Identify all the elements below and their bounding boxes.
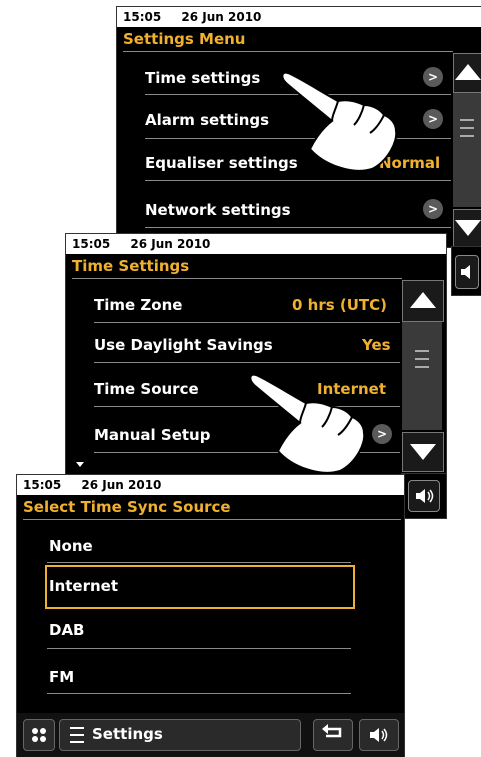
menu-item-manual-setup[interactable]: Manual Setup [94, 426, 210, 444]
back-button[interactable] [313, 719, 353, 751]
option-fm[interactable]: FM [49, 668, 74, 686]
arrow-up-icon [410, 292, 436, 308]
scroll-down-button[interactable] [402, 432, 444, 472]
menu-item-label: Time Source [94, 380, 199, 398]
option-label: FM [49, 668, 75, 686]
option-label: None [49, 537, 93, 555]
menu-item-label: Time Zone [94, 296, 183, 314]
menu-item-time-settings[interactable]: Time settings [145, 69, 260, 87]
page-title: Time Settings [72, 257, 190, 275]
scroll-down-button[interactable] [453, 209, 481, 247]
status-bar: 15:05 26 Jun 2010 [66, 234, 446, 254]
status-time: 15:05 [123, 10, 162, 24]
arrow-down-icon [410, 444, 436, 460]
settings-menu-button[interactable]: Settings [59, 719, 301, 751]
menu-item-equaliser-settings[interactable]: Equaliser settings [145, 154, 298, 172]
status-bar: 15:05 26 Jun 2010 [117, 7, 481, 27]
option-internet[interactable]: Internet [49, 577, 118, 595]
status-date: 26 Jun 2010 [130, 237, 211, 251]
settings-label: Settings [92, 725, 163, 743]
back-arrow-icon [322, 724, 342, 738]
arrow-up-icon [455, 64, 481, 80]
pointing-hand-icon [249, 373, 366, 474]
menu-item-label: Manual Setup [94, 426, 211, 444]
page-title: Select Time Sync Source [23, 498, 231, 516]
daylight-savings-value: Yes [362, 336, 391, 354]
option-label: Internet [49, 577, 119, 595]
scroll-thumb-grip-icon [460, 119, 474, 143]
menu-item-label: Alarm settings [145, 111, 270, 129]
menu-item-time-source[interactable]: Time Source [94, 380, 199, 398]
arrow-down-icon [455, 220, 481, 236]
option-label: DAB [49, 621, 85, 639]
menu-item-network-settings[interactable]: Network settings [145, 201, 291, 219]
pointing-hand-icon [281, 71, 398, 172]
home-button[interactable] [23, 719, 55, 751]
menu-icon [70, 727, 84, 743]
menu-item-label: Equaliser settings [145, 154, 298, 172]
volume-button[interactable] [359, 719, 399, 751]
status-bar: 15:05 26 Jun 2010 [17, 475, 404, 495]
more-below-icon [76, 462, 84, 467]
chevron-right-icon[interactable]: > [423, 199, 443, 219]
menu-item-label: Use Daylight Savings [94, 336, 273, 354]
select-time-sync-screen: 15:05 26 Jun 2010 Select Time Sync Sourc… [17, 475, 404, 757]
menu-item-alarm-settings[interactable]: Alarm settings [145, 111, 269, 129]
menu-item-time-zone[interactable]: Time Zone [94, 296, 182, 314]
scroll-up-button[interactable] [453, 53, 481, 93]
scrollbar-track[interactable] [453, 93, 481, 207]
bottom-toolbar: Settings [17, 713, 404, 757]
volume-icon[interactable] [455, 255, 479, 289]
chevron-right-icon[interactable]: > [423, 109, 443, 129]
grid-icon [32, 728, 46, 742]
screen1-bottom-strip [452, 247, 481, 295]
option-none[interactable]: None [49, 537, 93, 555]
volume-icon[interactable] [408, 480, 440, 512]
status-date: 26 Jun 2010 [81, 478, 162, 492]
time-zone-value: 0 hrs (UTC) [292, 296, 388, 314]
menu-item-label: Time settings [145, 69, 261, 87]
status-time: 15:05 [72, 237, 111, 251]
menu-item-daylight-savings[interactable]: Use Daylight Savings [94, 336, 273, 354]
menu-item-label: Network settings [145, 201, 291, 219]
chevron-right-icon[interactable]: > [423, 67, 443, 87]
scroll-up-button[interactable] [402, 280, 444, 322]
status-time: 15:05 [23, 478, 62, 492]
scroll-thumb-grip-icon [415, 350, 429, 374]
screen2-bottom-strip [402, 474, 446, 518]
volume-icon [370, 728, 388, 742]
option-dab[interactable]: DAB [49, 621, 85, 639]
page-title: Settings Menu [123, 30, 246, 48]
status-date: 26 Jun 2010 [181, 10, 262, 24]
scrollbar-track[interactable] [402, 322, 442, 430]
